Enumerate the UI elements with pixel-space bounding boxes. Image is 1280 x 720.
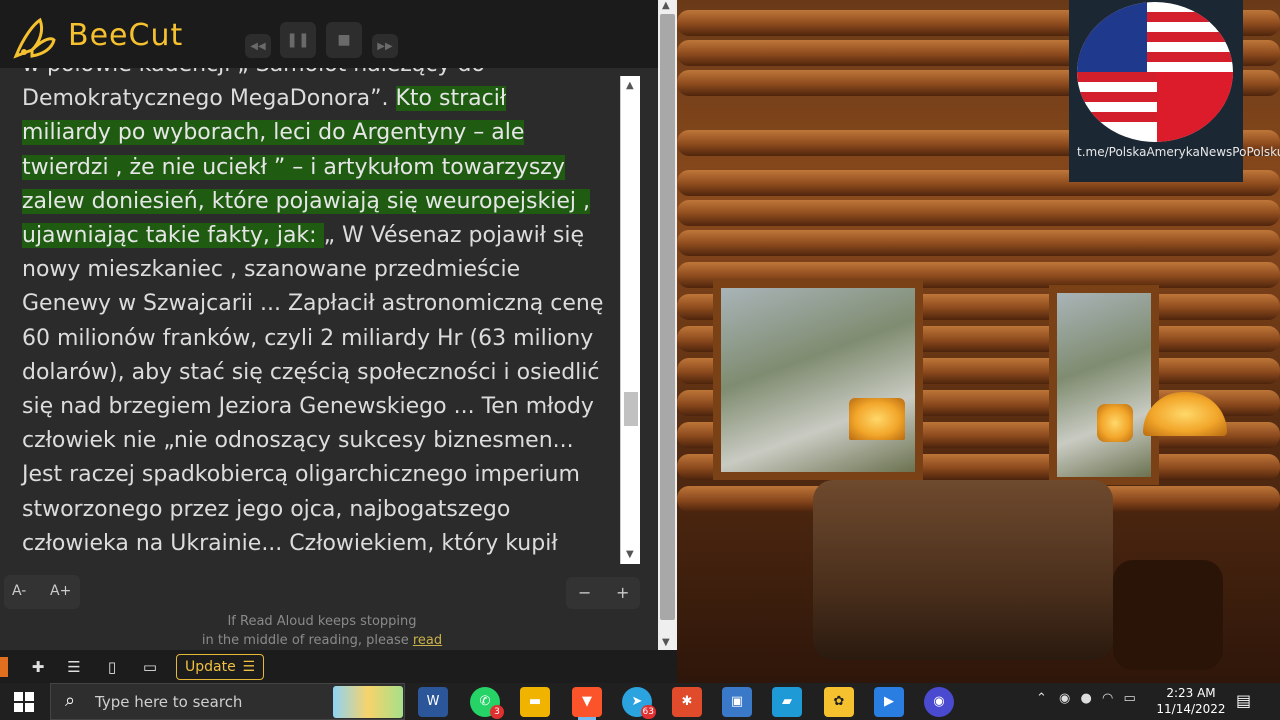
highlighted-sentence: Kto stracił [395,86,507,112]
speed-controls: − + [566,577,640,609]
speed-decrease-button[interactable]: − [578,583,591,602]
text-line: się nad brzegiem Jeziora Genewskiego ...… [22,394,594,420]
app-icon[interactable]: ✱ [672,687,702,717]
pause-icon: ❚❚ [286,32,310,48]
network-icon[interactable]: ◉ [1059,691,1070,706]
reading-text: w połowie kadencji „ Samolot należący do… [22,68,612,561]
stop-button[interactable]: ■ [326,22,362,58]
search-icon: ⌕ [65,690,76,711]
telegram-badge: 63 [640,705,656,719]
stop-icon: ■ [337,32,351,48]
beecut-recorder-bar: BeeCut ◀◀ ❚❚ ■ ▶▶ [0,0,677,68]
brave-browser-icon[interactable]: ▼ [572,687,602,717]
text-line: człowiek nie „nie odnoszący sukcesy bizn… [22,428,574,454]
text-line: 60 milionów franków, czyli 2 miliardy Hr… [22,325,594,351]
clock-time: 2:23 AM [1166,686,1216,700]
whatsapp-badge: 3 [490,705,504,719]
speed-increase-button[interactable]: + [616,583,629,602]
text-scrollbar[interactable]: ▲ ▼ [620,76,640,564]
reading-text-area[interactable]: w połowie kadencji „ Samolot należący do… [10,68,641,564]
text-line: człowieka na Ukrainie... Człowiekiem, kt… [22,530,558,556]
extensions-puzzle-icon[interactable]: ✚ [28,657,48,677]
pause-button[interactable]: ❚❚ [280,22,316,58]
update-button[interactable]: Update ☰ [176,654,264,680]
screen-recorder-icon[interactable]: ◉ [924,687,954,717]
display-icon[interactable]: ▭ [1124,691,1136,706]
telegram-app-icon[interactable]: ➤ 63 [622,687,656,719]
text-line: w połowie kadencji „ Samolot należący do [22,68,485,77]
text-line: dolarów), aby stać się częścią społeczno… [22,359,600,385]
rewind-button[interactable]: ◀◀ [245,34,271,58]
system-clock[interactable]: 2:23 AM 11/14/2022 [1156,685,1226,717]
scroll-thumb[interactable] [624,392,638,426]
window-scroll-up-icon[interactable]: ▲ [662,0,670,11]
microphone-icon[interactable]: ● [1081,691,1092,706]
font-increase-button[interactable]: A+ [50,583,71,599]
brand-name: BeeCut [68,18,184,53]
screen: t.me/PolskaAmerykaNewsPoPolsku w połowie… [0,0,1280,720]
scroll-up-arrow-icon[interactable]: ▲ [626,80,634,91]
window-scrollbar[interactable]: ▲ ▼ [658,0,677,650]
search-placeholder: Type here to search [95,693,243,711]
text-line: Jest raczej spadkobiercą oligarchicznego… [22,462,580,488]
telegram-channel-watermark: t.me/PolskaAmerykaNewsPoPolsku [1069,0,1280,182]
file-explorer-icon[interactable]: ▬ [520,687,550,717]
window-scroll-down-icon[interactable]: ▼ [662,637,670,648]
scroll-down-arrow-icon[interactable]: ▼ [626,549,634,560]
text-line: nowy mieszkaniec , szanowane przedmieści… [22,257,521,283]
image-viewer-icon[interactable]: ▣ [722,687,752,717]
highlighted-sentence: ujawniając takie fakty, jak: [22,223,324,249]
font-size-controls: A- A+ [4,575,80,609]
word-app-icon[interactable]: W [418,687,448,717]
notification-center-icon[interactable]: ▤ [1236,691,1251,710]
update-label: Update [185,659,236,675]
browser-toolbar: ✚ ☰ ▯ ▭ Update ☰ [0,650,677,684]
telegram-channel-url: t.me/PolskaAmerykaNewsPoPolsku [1077,145,1280,159]
notice-line: in the middle of reading, please [201,633,413,648]
sidebar-icon[interactable]: ▯ [102,657,122,677]
system-tray[interactable]: ⌃ ◉ ● ◠ ▭ [1036,691,1136,706]
notice-line: If Read Aloud keeps stopping [227,614,417,629]
fast-forward-icon: ▶▶ [377,40,393,52]
extension-icon[interactable] [0,657,8,677]
text-line: „ W Vésenaz pojawił się [323,223,585,249]
read-aloud-panel: w połowie kadencji „ Samolot należący do… [0,0,677,650]
window-scroll-thumb[interactable] [660,14,675,620]
beecut-app-icon[interactable]: ✿ [824,687,854,717]
read-aloud-notice: If Read Aloud keeps stopping in the midd… [150,612,494,650]
chevron-up-icon[interactable]: ⌃ [1036,691,1047,706]
text-line: Demokratycznego MegaDonora”. [22,86,396,112]
taskbar-search-box[interactable]: ⌕ Type here to search [50,683,405,720]
wifi-icon[interactable]: ◠ [1102,691,1113,706]
clock-date: 11/14/2022 [1156,702,1226,716]
us-poland-flag-icon [1077,2,1233,142]
font-decrease-button[interactable]: A- [12,583,26,599]
fast-forward-button[interactable]: ▶▶ [372,34,398,58]
windows-taskbar: ⌕ Type here to search W ✆ 3 ▬ ▼ ➤ 63 ✱ ▣ ▰… [0,683,1280,720]
windows-start-icon[interactable] [14,692,34,712]
beecut-logo-icon [13,17,56,59]
video-app-icon[interactable]: ▶ [874,687,904,717]
read-link[interactable]: read [413,633,442,648]
highlighted-sentence: twierdzi , że nie uciekł ” – i artykułom… [22,154,565,180]
text-line: stworzonego przez jego ojca, najbogatsze… [22,496,511,522]
menu-icon: ☰ [242,659,255,675]
highlighted-sentence: miliardy po wyborach, leci do Argentyny … [22,120,525,146]
wallet-icon[interactable]: ▭ [140,657,160,677]
playlist-icon[interactable]: ☰ [64,657,84,677]
rewind-icon: ◀◀ [250,40,266,52]
search-highlight-image [333,686,403,718]
highlighted-sentence: zalew doniesień, które pojawiają się weu… [22,188,590,214]
notes-app-icon[interactable]: ▰ [772,687,802,717]
text-line: Genewy w Szwajcarii ... Zapłacił astrono… [22,291,604,317]
whatsapp-app-icon[interactable]: ✆ 3 [470,687,504,719]
